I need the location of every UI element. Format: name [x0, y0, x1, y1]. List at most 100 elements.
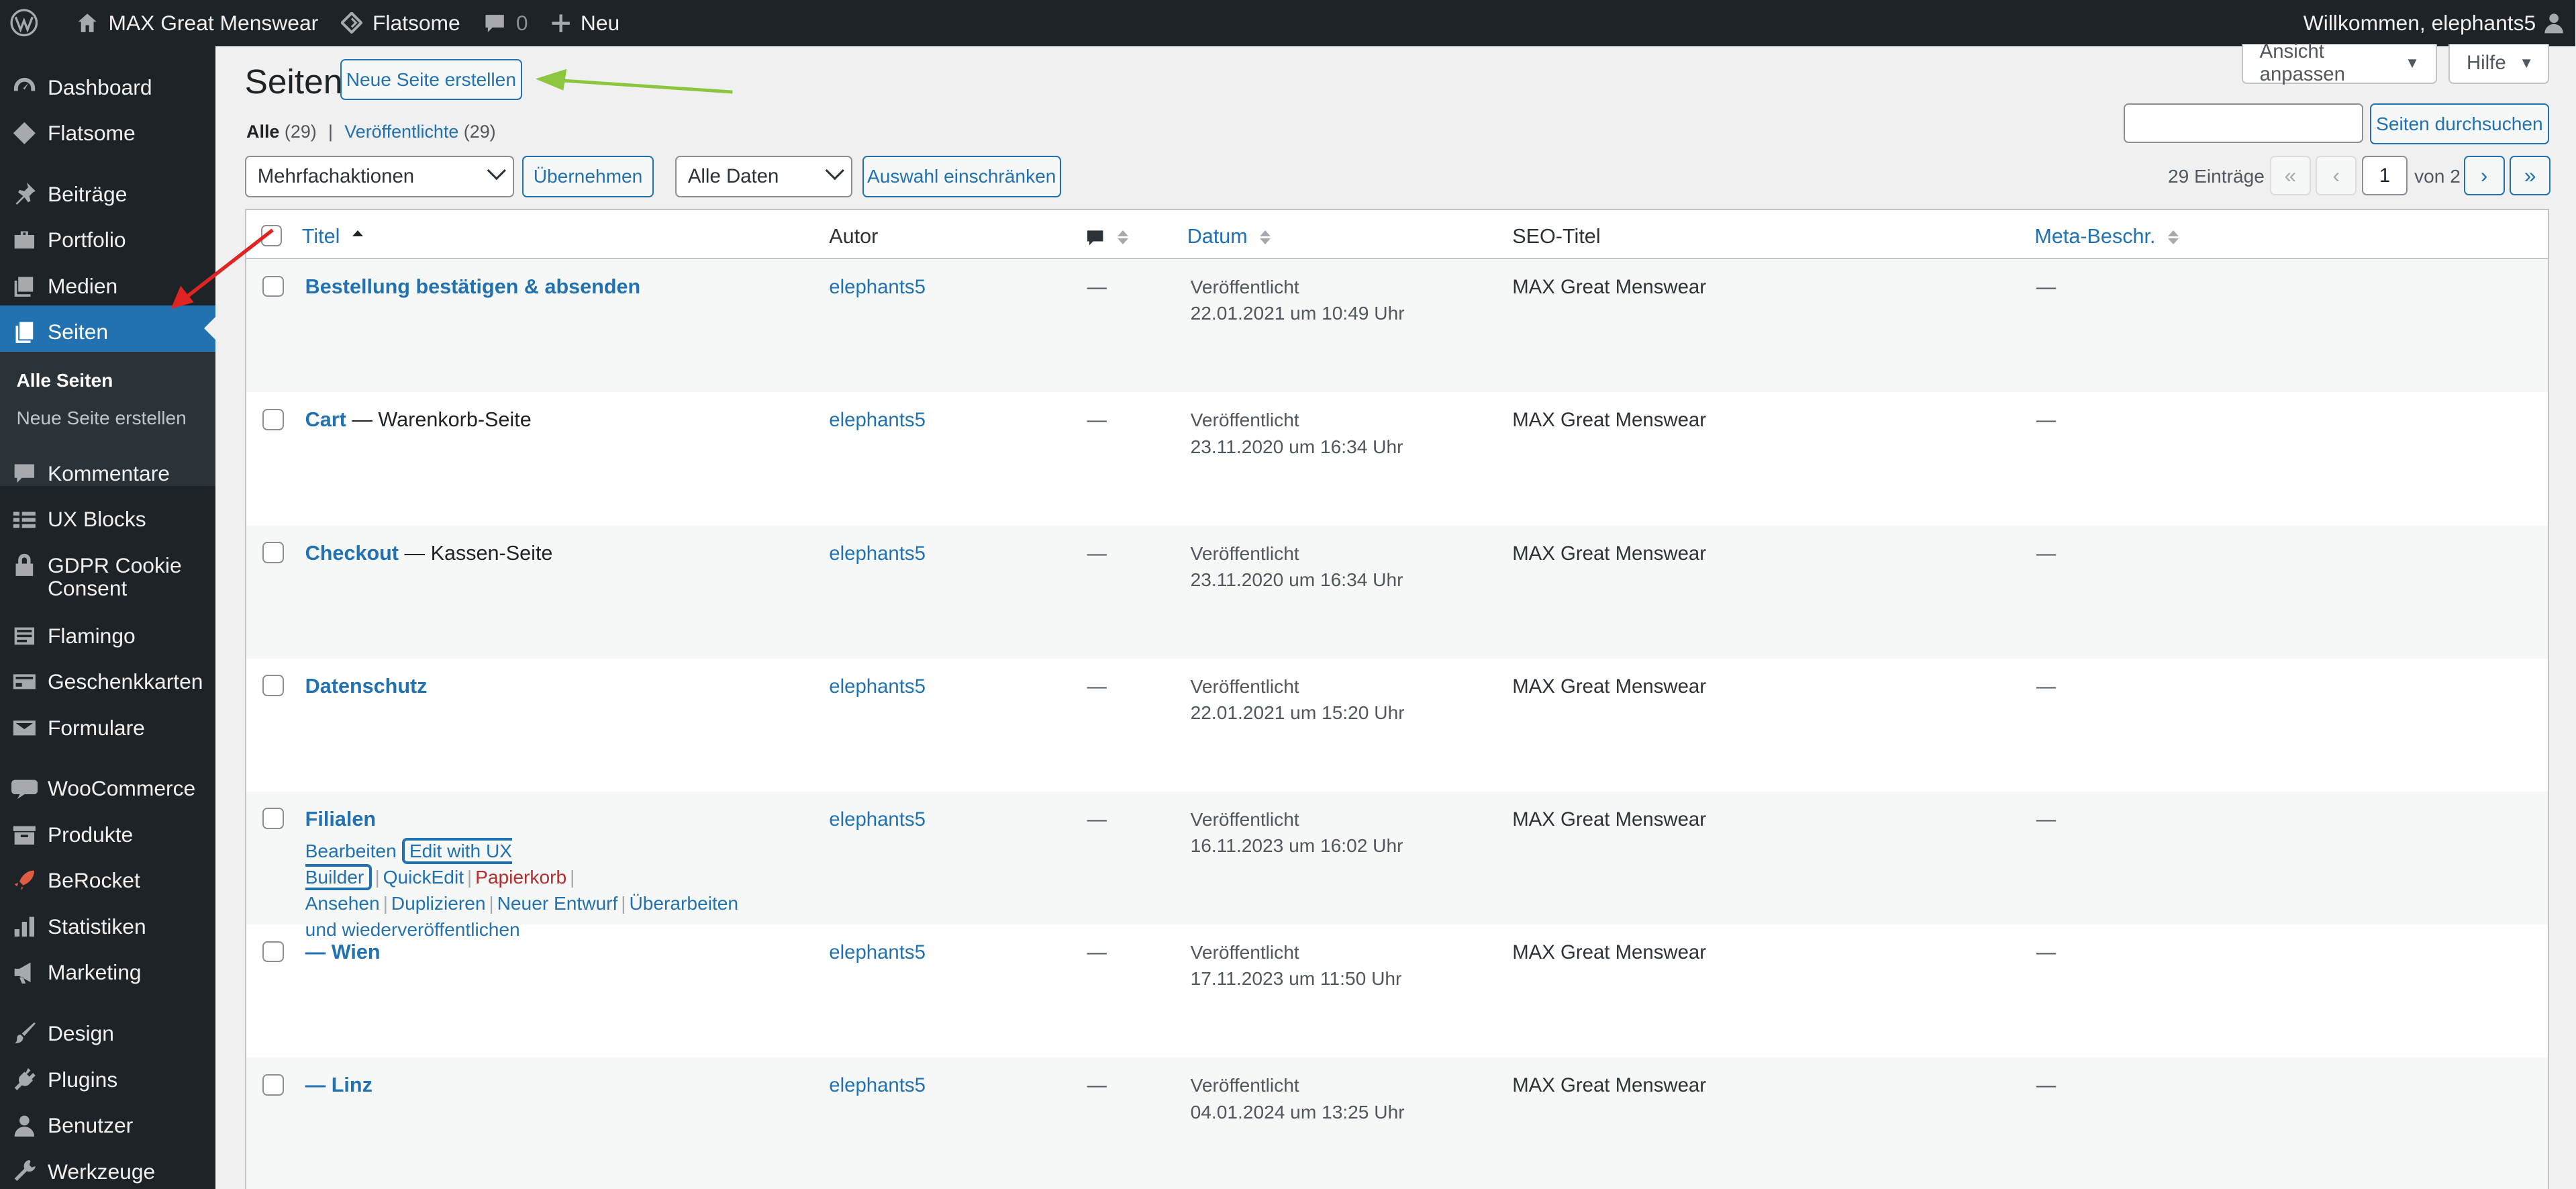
dashboard-icon [11, 74, 38, 100]
row-comments: — [1087, 675, 1107, 698]
row-author-link[interactable]: elephants5 [829, 939, 926, 965]
search-pages-button[interactable]: Seiten durchsuchen [2370, 103, 2549, 145]
row-title-link[interactable]: Datenschutz [305, 675, 428, 698]
first-page-button[interactable]: « [2269, 156, 2311, 196]
brush-icon [11, 1020, 38, 1047]
select-all-checkbox[interactable] [260, 224, 283, 246]
row-seo-title: MAX Great Menswear [1512, 941, 1707, 964]
action-duplicate[interactable]: Duplizieren [391, 893, 486, 914]
action-new-draft[interactable]: Neuer Entwurf [497, 893, 618, 914]
pages-icon [11, 319, 38, 345]
theme-link[interactable]: Flatsome [330, 0, 471, 46]
row-author-link[interactable]: elephants5 [829, 806, 926, 833]
filter-published[interactable]: Veröffentlichte [344, 122, 458, 142]
site-name-link[interactable]: MAX Great Menswear [59, 0, 330, 46]
row-title-link[interactable]: Cart [305, 408, 346, 431]
dates-select[interactable]: Alle Daten [675, 156, 852, 197]
table-row: Datenschutz elephants5 — Veröffentlicht 2… [246, 659, 2548, 792]
sidebar-label: Seiten [47, 320, 109, 344]
page-title: Seiten [244, 61, 343, 101]
filter-all[interactable]: Alle [246, 122, 279, 142]
row-title-suffix: — Kassen-Seite [399, 541, 553, 565]
table-row: — Linz elephants5 — Veröffentlicht 04.01.… [246, 1057, 2548, 1189]
action-view[interactable]: Ansehen [305, 893, 380, 914]
row-author-link[interactable]: elephants5 [829, 1072, 926, 1098]
row-title-link[interactable]: — Linz [305, 1074, 373, 1096]
bulk-actions-value: Mehrfachaktionen [257, 165, 415, 188]
last-page-button[interactable]: » [2510, 156, 2551, 196]
row-title-link[interactable]: — Wien [305, 941, 381, 963]
row-checkbox[interactable] [262, 275, 284, 297]
search-input[interactable] [2123, 103, 2364, 143]
row-checkbox[interactable] [262, 941, 284, 963]
add-new-page-button[interactable]: Neue Seite erstellen [340, 59, 523, 101]
next-page-button[interactable]: › [2463, 156, 2505, 196]
row-checkbox[interactable] [262, 808, 284, 830]
submenu-all-pages[interactable]: Alle Seiten [16, 370, 113, 391]
row-seo-title: MAX Great Menswear [1512, 1074, 1707, 1097]
new-label: Neu [580, 10, 620, 35]
help-button[interactable]: Hilfe ▼ [2448, 44, 2549, 84]
row-status: Veröffentlicht [1190, 809, 1299, 830]
sidebar-label: Portfolio [47, 228, 126, 252]
table-row: Checkout — Kassen-Seite elephants5 — Ver… [246, 525, 2548, 659]
column-date[interactable]: Datum [1187, 225, 1271, 248]
table-row: Filialen Bearbeiten Edit with UX Builder… [246, 792, 2548, 940]
action-trash[interactable]: Papierkorb [475, 867, 566, 888]
my-account-link[interactable]: Willkommen, elephants5 [2292, 0, 2575, 46]
filter-separator: | [328, 122, 334, 142]
sort-icon [1260, 230, 1271, 244]
comment-bubble-icon [485, 15, 504, 32]
filter-button[interactable]: Auswahl einschränken [862, 156, 1061, 197]
submenu-new-page[interactable]: Neue Seite erstellen [16, 408, 186, 429]
column-comments[interactable] [1085, 225, 1129, 248]
page-scrollbar[interactable] [2560, 46, 2575, 1189]
row-meta: — [2036, 276, 2057, 299]
row-date: 22.01.2021 um 10:49 Uhr [1190, 303, 1405, 324]
admin-bar: MAX Great Menswear Flatsome 0 Neu Willko… [0, 0, 2575, 46]
column-meta-desc[interactable]: Meta-Beschr. [2034, 225, 2179, 248]
wordpress-logo[interactable] [0, 0, 59, 46]
row-date: 23.11.2020 um 16:34 Uhr [1190, 569, 1403, 590]
column-title[interactable]: Titel [302, 225, 364, 248]
row-seo-title: MAX Great Menswear [1512, 276, 1707, 299]
sort-icon [1117, 230, 1129, 244]
row-status: Veröffentlicht [1190, 410, 1299, 431]
row-checkbox[interactable] [262, 675, 284, 697]
prev-page-button[interactable]: ‹ [2316, 156, 2357, 196]
comments-link[interactable]: 0 [472, 0, 540, 46]
bulk-actions-select[interactable]: Mehrfachaktionen [244, 156, 514, 197]
row-meta: — [2036, 941, 2057, 964]
action-edit[interactable]: Bearbeiten [305, 841, 397, 861]
row-author-link[interactable]: elephants5 [829, 540, 926, 567]
row-checkbox[interactable] [262, 542, 284, 563]
plug-icon [11, 1066, 38, 1092]
portfolio-icon [11, 227, 38, 253]
sidebar-label: GDPR Cookie Consent [47, 553, 182, 600]
dates-value: Alle Daten [687, 165, 779, 188]
sidebar-label: Plugins [47, 1067, 118, 1092]
sidebar-label: Werkzeuge [47, 1159, 156, 1184]
row-date: 17.11.2023 um 11:50 Uhr [1190, 968, 1402, 990]
row-comments: — [1087, 542, 1107, 565]
row-author-link[interactable]: elephants5 [829, 407, 926, 433]
row-title-link[interactable]: Bestellung bestätigen & absenden [305, 275, 641, 298]
screen-options-button[interactable]: Ansicht anpassen ▼ [2242, 40, 2438, 85]
row-author-link[interactable]: elephants5 [829, 274, 926, 300]
sidebar-label: Produkte [47, 822, 134, 847]
row-title-link[interactable]: Checkout [305, 542, 399, 565]
sidebar-label: Flamingo [47, 623, 136, 648]
row-author-link[interactable]: elephants5 [829, 673, 926, 700]
row-title-link[interactable]: Filialen [305, 808, 376, 830]
green-arrow-icon [535, 68, 733, 94]
current-page-input[interactable]: 1 [2361, 156, 2408, 196]
action-quick-edit[interactable]: QuickEdit [383, 867, 464, 888]
row-checkbox[interactable] [262, 1074, 284, 1096]
sidebar-label: Beiträge [47, 181, 128, 206]
row-meta: — [2036, 542, 2057, 565]
row-checkbox[interactable] [262, 408, 284, 430]
apply-button[interactable]: Übernehmen [522, 156, 654, 197]
new-content-link[interactable]: Neu [540, 0, 632, 46]
row-meta: — [2036, 808, 2057, 831]
lock-icon [11, 552, 38, 578]
